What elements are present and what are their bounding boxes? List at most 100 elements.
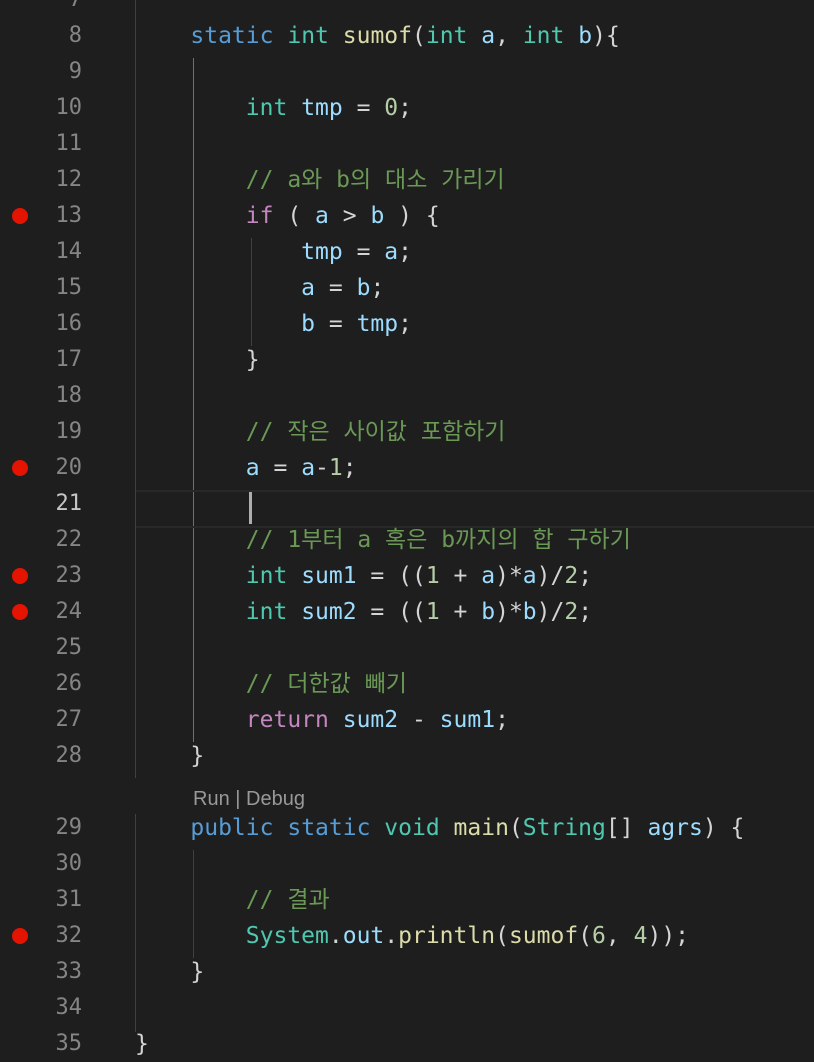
code-token: , <box>605 923 634 949</box>
line-number: 7 <box>36 0 82 18</box>
code-text[interactable]: // 결과 <box>135 882 330 918</box>
code-token: } <box>245 347 260 373</box>
code-line[interactable]: 33 } <box>0 954 814 990</box>
code-token: ; <box>578 563 593 589</box>
code-token: . <box>384 923 399 949</box>
line-number: 30 <box>55 851 83 876</box>
code-line[interactable]: 34 <box>0 990 814 1026</box>
code-line[interactable]: 27 return sum2 - sum1; <box>0 702 814 738</box>
code-token: static <box>287 815 371 841</box>
code-text[interactable]: int sum2 = ((1 + b)*b)/2; <box>135 594 592 630</box>
code-text[interactable]: // 1부터 a 혹은 b까지의 합 구하기 <box>135 522 631 558</box>
code-token: int <box>245 95 288 121</box>
breakpoint-icon[interactable] <box>12 604 28 620</box>
breakpoint-icon[interactable] <box>12 568 28 584</box>
code-token: tmp <box>301 239 343 265</box>
line-number: 18 <box>55 383 83 408</box>
code-text[interactable]: System.out.println(sumof(6, 4)); <box>135 918 689 954</box>
code-token: = <box>342 95 385 121</box>
line-number: 19 <box>55 419 83 444</box>
code-token: ( <box>578 923 593 949</box>
code-editor[interactable]: 78 static int sumof(int a, int b){910 in… <box>0 0 814 1057</box>
code-text[interactable]: return sum2 - sum1; <box>135 702 509 738</box>
code-line[interactable]: 19 // 작은 사이값 포함하기 <box>0 414 814 450</box>
code-token: = <box>315 311 357 337</box>
code-text[interactable]: // 작은 사이값 포함하기 <box>135 414 506 450</box>
code-line[interactable]: 23 int sum1 = ((1 + a)*a)/2; <box>0 558 814 594</box>
code-line[interactable]: 21 <box>0 486 814 522</box>
line-number: 14 <box>55 239 83 264</box>
code-token: println <box>398 923 496 949</box>
code-token: a <box>315 203 329 229</box>
code-text[interactable]: // a와 b의 대소 가리기 <box>135 162 505 198</box>
code-token: + <box>439 563 482 589</box>
code-line[interactable]: 13 if ( a > b ) { <box>0 198 814 234</box>
code-line[interactable]: 15 a = b; <box>0 270 814 306</box>
code-line[interactable]: 28 } <box>0 738 814 774</box>
code-token: 0 <box>384 95 399 121</box>
code-line[interactable]: 32 System.out.println(sumof(6, 4)); <box>0 918 814 954</box>
code-line[interactable]: 11 <box>0 126 814 162</box>
code-token: + <box>439 599 482 625</box>
code-line[interactable]: 10 int tmp = 0; <box>0 90 814 126</box>
code-text[interactable]: } <box>135 954 204 990</box>
code-line[interactable]: 7 <box>0 0 814 18</box>
code-token: )/ <box>536 563 565 589</box>
code-text[interactable]: tmp = a; <box>135 234 412 270</box>
line-number: 33 <box>55 959 83 984</box>
code-token: . <box>328 923 343 949</box>
code-token: tmp <box>356 311 399 337</box>
code-line[interactable]: 8 static int sumof(int a, int b){ <box>0 18 814 54</box>
code-token: - <box>398 707 440 733</box>
code-text[interactable]: public static void main(String[] agrs) { <box>135 810 744 846</box>
code-line[interactable]: 17 } <box>0 342 814 378</box>
line-number: 12 <box>55 167 83 192</box>
codelens-run-link[interactable]: Run <box>193 788 230 810</box>
code-token: ; <box>578 599 593 625</box>
code-token: 2 <box>564 599 579 625</box>
code-line[interactable]: 22 // 1부터 a 혹은 b까지의 합 구하기 <box>0 522 814 558</box>
code-text[interactable]: static int sumof(int a, int b){ <box>135 18 619 54</box>
breakpoint-icon[interactable] <box>12 208 28 224</box>
code-line[interactable]: 12 // a와 b의 대소 가리기 <box>0 162 814 198</box>
code-text[interactable]: int sum1 = ((1 + a)*a)/2; <box>135 558 592 594</box>
breakpoint-icon[interactable] <box>12 460 28 476</box>
line-number: 16 <box>55 311 83 336</box>
code-text[interactable]: } <box>135 738 204 774</box>
code-token: [] <box>605 815 648 841</box>
code-token: 6 <box>592 923 606 949</box>
code-token: System <box>245 923 329 949</box>
code-line[interactable]: 26 // 더한값 빼기 <box>0 666 814 702</box>
code-line[interactable]: 9 <box>0 54 814 90</box>
code-token: = <box>342 239 385 265</box>
code-text[interactable]: int tmp = 0; <box>135 90 412 126</box>
code-line[interactable]: 30 <box>0 846 814 882</box>
code-text[interactable]: a = a-1; <box>135 450 357 486</box>
code-text[interactable]: } <box>135 1026 149 1062</box>
breakpoint-icon[interactable] <box>12 928 28 944</box>
code-line[interactable]: 29 public static void main(String[] agrs… <box>0 810 814 846</box>
code-text[interactable]: // 더한값 빼기 <box>135 666 407 702</box>
line-number: 35 <box>55 1031 83 1056</box>
code-line[interactable]: 25 <box>0 630 814 666</box>
code-line[interactable]: 35} <box>0 1026 814 1062</box>
code-line[interactable]: 24 int sum2 = ((1 + b)*b)/2; <box>0 594 814 630</box>
code-text[interactable]: a = b; <box>135 270 384 306</box>
code-text[interactable]: b = tmp; <box>135 306 412 342</box>
code-line[interactable]: 14 tmp = a; <box>0 234 814 270</box>
code-text[interactable]: if ( a > b ) { <box>135 198 440 234</box>
code-line[interactable]: 16 b = tmp; <box>0 306 814 342</box>
code-line[interactable]: 20 a = a-1; <box>0 450 814 486</box>
code-text[interactable]: } <box>135 342 260 378</box>
code-line[interactable]: 18 <box>0 378 814 414</box>
code-token: = (( <box>356 599 426 625</box>
codelens-debug-link[interactable]: Debug <box>246 788 305 810</box>
code-line[interactable]: 31 // 결과 <box>0 882 814 918</box>
